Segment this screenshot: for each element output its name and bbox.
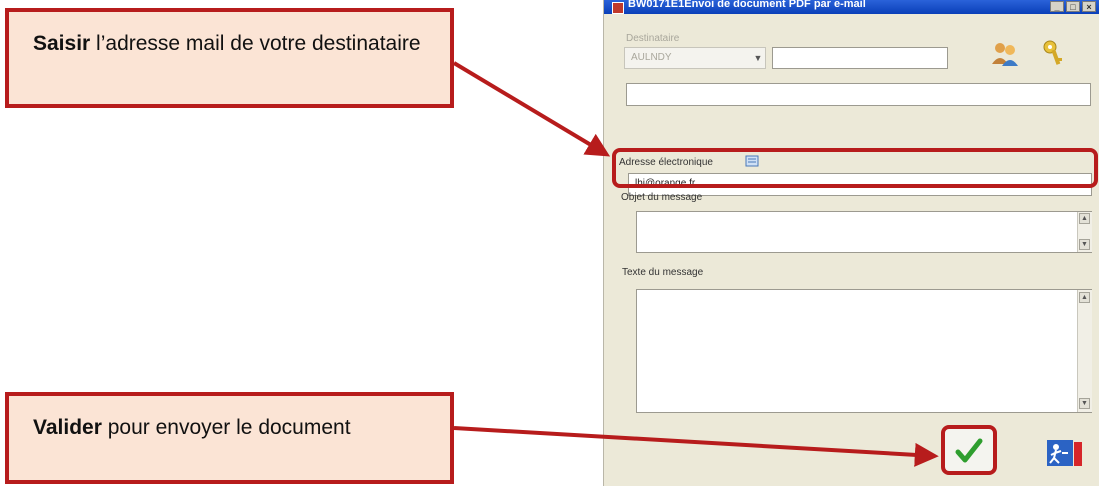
- callout-validate-text: pour envoyer le document: [101, 416, 351, 439]
- arrow-to-email: [452, 61, 611, 157]
- callout-validate-bold: Valider: [33, 416, 102, 439]
- callout-enter-email: Saisir l’adresse mail de votre destinata…: [5, 8, 454, 108]
- callout-enter-email-bold: Saisir: [33, 32, 91, 55]
- callout-enter-email-text: l’adresse mail de votre destinataire: [90, 32, 421, 55]
- arrow-to-validate: [453, 426, 939, 467]
- callout-validate: Valider pour envoyer le document: [5, 392, 454, 484]
